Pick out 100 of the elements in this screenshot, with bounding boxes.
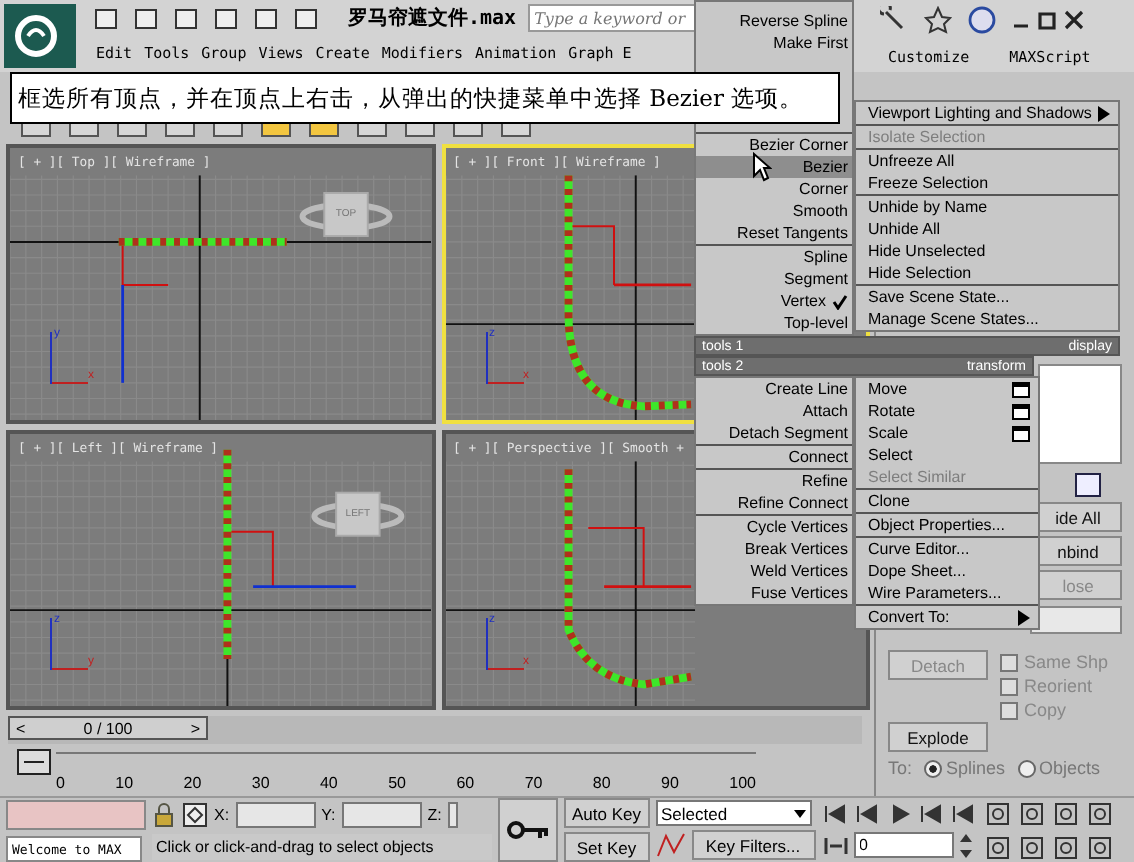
playback-icon[interactable]: [949, 801, 977, 825]
menu-item[interactable]: Create Line: [696, 378, 852, 400]
toolbar-icon[interactable]: [172, 5, 200, 31]
file-name: 罗马帘遮文件.max: [348, 4, 517, 32]
settings-box-icon[interactable]: [1012, 403, 1030, 419]
coordinate-label: Z:: [427, 806, 442, 824]
menu-item[interactable]: Segment: [696, 268, 852, 290]
settings-box-icon[interactable]: [1012, 381, 1030, 397]
viewport-navigation-icon[interactable]: [1085, 833, 1115, 861]
tick-label: 50: [388, 774, 406, 792]
menu-item[interactable]: Bezier: [696, 156, 852, 178]
playback-icon[interactable]: [821, 801, 849, 825]
menu-item[interactable]: Object Properties...: [856, 514, 1038, 536]
settings-box-icon[interactable]: [1012, 425, 1030, 441]
playback-icon[interactable]: [917, 801, 945, 825]
menu-item[interactable]: Connect: [696, 446, 852, 468]
spline-drawing[interactable]: [563, 469, 691, 689]
spline-drawing[interactable]: [118, 238, 287, 246]
viewport-navigation-icon[interactable]: [1085, 799, 1115, 827]
menu-item[interactable]: Refine: [696, 470, 852, 492]
track-bar-icon[interactable]: [16, 748, 52, 776]
menu-item[interactable]: Refine Connect: [696, 492, 852, 514]
list-box[interactable]: [1038, 364, 1122, 464]
spline-drawing[interactable]: [563, 175, 691, 411]
timeline-ruler[interactable]: 0 10 20 30 40 50 60 70 80 90 100: [56, 752, 756, 792]
star-icon[interactable]: [924, 6, 952, 34]
coordinate-field[interactable]: [235, 802, 316, 828]
time-slider-thumb[interactable]: < 0 / 100 >: [8, 716, 208, 740]
spinner-field[interactable]: [1030, 606, 1122, 634]
mouse-cursor-icon: [752, 152, 772, 182]
menu-item[interactable]: Weld Vertices: [696, 560, 852, 582]
next-frame-button[interactable]: >: [190, 719, 200, 737]
wrench-icon[interactable]: [880, 6, 908, 34]
prompt-text: Click or click-and-drag to select objects: [152, 834, 492, 860]
menu-item[interactable]: Cycle Vertices: [696, 516, 852, 538]
menu-item[interactable]: Make First: [696, 32, 852, 54]
coordinate-label: X:: [214, 806, 230, 824]
key-mode-dropdown[interactable]: Selected: [655, 800, 811, 826]
curve-icon[interactable]: [655, 831, 687, 859]
explode-button[interactable]: Explode: [888, 722, 988, 752]
transform-gizmo-drawing[interactable]: [226, 530, 356, 588]
tick-label: 0: [56, 774, 65, 792]
menu-item[interactable]: Top-level: [696, 312, 852, 334]
key-icon: [506, 820, 550, 840]
menu-item[interactable]: Attach: [696, 400, 852, 422]
toolbar-icon[interactable]: [92, 5, 120, 31]
time-config-icon[interactable]: [821, 833, 849, 857]
coordinate-label: Y:: [321, 806, 336, 824]
tick-label: 100: [729, 774, 756, 792]
menu-item[interactable]: Clone: [856, 490, 1038, 512]
spline-drawing[interactable]: [223, 449, 232, 660]
playback-icon[interactable]: [853, 801, 881, 825]
viewport-navigation-icon[interactable]: [1051, 799, 1081, 827]
viewport-navigation-icon[interactable]: [1017, 799, 1047, 827]
key-filters-button[interactable]: Key Filters...: [691, 830, 815, 860]
viewport-navigation-icon[interactable]: [1051, 833, 1081, 861]
checkmark-icon: [832, 293, 848, 309]
modifier-stack-icon[interactable]: [1074, 472, 1102, 498]
help-icon[interactable]: [968, 6, 996, 34]
lock-icon[interactable]: [152, 802, 176, 828]
tick-label: 80: [592, 774, 611, 792]
viewport-navigation-icon[interactable]: [983, 833, 1013, 861]
tick-label: 10: [115, 774, 134, 792]
toolbar-icon[interactable]: [252, 5, 280, 31]
app-logo-icon[interactable]: [4, 4, 76, 68]
tick-label: 90: [661, 774, 679, 792]
prev-frame-button[interactable]: <: [16, 719, 26, 737]
viewport-navigation-icon[interactable]: [1017, 833, 1047, 861]
panel-button[interactable]: ide All: [1034, 502, 1122, 532]
frame-field[interactable]: 0: [853, 832, 953, 858]
auto-key-button[interactable]: Auto Key: [564, 798, 649, 828]
menu-item[interactable]: Vertex: [696, 290, 852, 312]
submenu-arrow-icon: [1018, 609, 1030, 625]
coordinate-field[interactable]: [341, 802, 422, 828]
spinner-icon[interactable]: [957, 831, 973, 859]
panel-button[interactable]: nbind: [1034, 536, 1122, 566]
instruction-caption: 框选所有顶点，并在顶点上右击，从弹出的快捷菜单中选择 Bezier 选项。: [10, 72, 840, 124]
tick-label: 30: [251, 774, 270, 792]
tick-label: 40: [319, 774, 338, 792]
menu-item[interactable]: Viewport Lighting and Shadows: [856, 102, 1118, 124]
transform-gizmo-drawing[interactable]: [566, 225, 691, 287]
menu-item[interactable]: Smooth: [696, 200, 852, 222]
transform-mode-icon[interactable]: [182, 802, 208, 828]
menu-item[interactable]: Fuse Vertices: [696, 582, 852, 604]
toolbar-icon[interactable]: [292, 5, 320, 31]
set-key-mode-button[interactable]: Set Key: [564, 832, 649, 862]
toolbar-icon[interactable]: [212, 5, 240, 31]
window-controls-icon[interactable]: [1012, 10, 1084, 30]
set-key-button[interactable]: [498, 798, 558, 862]
menu-item[interactable]: Corner: [696, 178, 852, 200]
coordinate-field[interactable]: [447, 802, 458, 828]
frame-counter: 0 / 100: [83, 719, 133, 737]
menu-item[interactable]: Convert To:: [856, 606, 1038, 628]
transform-gizmo-drawing[interactable]: [121, 240, 170, 383]
tick-label: 60: [456, 774, 475, 792]
menu-item[interactable]: Spline: [696, 246, 852, 268]
menu-item[interactable]: Reset Tangents: [696, 222, 852, 244]
menu-item[interactable]: Break Vertices: [696, 538, 852, 560]
toolbar-icon[interactable]: [132, 5, 160, 31]
viewport-navigation-icon[interactable]: [983, 799, 1013, 827]
